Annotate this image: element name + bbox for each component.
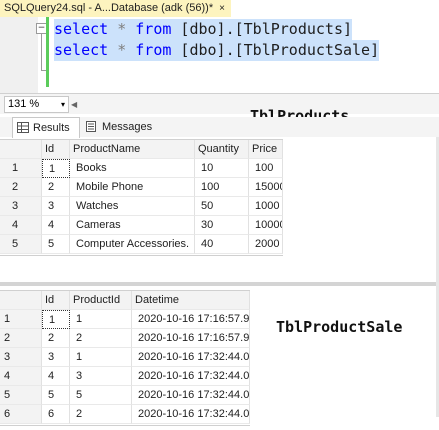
header-price[interactable]: Price: [249, 140, 283, 159]
cell-product-name[interactable]: Mobile Phone: [70, 178, 195, 197]
grid-icon: [17, 122, 29, 133]
row-number: 6: [0, 405, 42, 424]
document-tab-bar: SQLQuery24.sql - A...Database (adk (56))…: [0, 0, 439, 18]
cell-id[interactable]: 2: [42, 178, 70, 197]
document-tab[interactable]: SQLQuery24.sql - A...Database (adk (56))…: [0, 0, 231, 17]
row-number: 1: [0, 310, 42, 329]
cell-price[interactable]: 1000: [249, 197, 283, 216]
cell-id[interactable]: 3: [42, 197, 70, 216]
cell-id[interactable]: 5: [42, 235, 70, 254]
cell-id[interactable]: 5: [42, 386, 70, 405]
sales-result-grid[interactable]: Id ProductId Datetime 1 1 1 2020-10-16 1…: [0, 290, 250, 426]
row-number: 2: [0, 178, 42, 197]
header-quantity[interactable]: Quantity: [195, 140, 249, 159]
cell-product-id[interactable]: 3: [70, 367, 132, 386]
keyword-select: select: [54, 41, 109, 59]
cell-id[interactable]: 3: [42, 348, 70, 367]
messages-icon: [86, 121, 96, 132]
header-rownum: [0, 140, 42, 159]
cell-datetime[interactable]: 2020-10-16 17:32:44.040: [132, 367, 250, 386]
cell-product-id[interactable]: 2: [70, 329, 132, 348]
code-line-1[interactable]: select * from [dbo].[TblProducts]: [54, 19, 353, 40]
row-number: 3: [0, 197, 42, 216]
cell-id[interactable]: 4: [42, 216, 70, 235]
cell-price[interactable]: 10000: [249, 216, 283, 235]
cell-id[interactable]: 4: [42, 367, 70, 386]
cell-product-id[interactable]: 1: [70, 310, 132, 329]
outline-line: [41, 34, 42, 70]
header-id[interactable]: Id: [42, 140, 70, 159]
sale-annotation: TblProductSale: [276, 318, 403, 336]
cell-quantity[interactable]: 50: [195, 197, 249, 216]
cell-product-name[interactable]: Cameras: [70, 216, 195, 235]
grid-splitter[interactable]: [0, 282, 439, 286]
cell-datetime[interactable]: 2020-10-16 17:16:57.953: [132, 329, 250, 348]
cell-datetime[interactable]: 2020-10-16 17:32:44.040: [132, 405, 250, 424]
tab-messages-label: Messages: [102, 121, 153, 133]
zoom-select[interactable]: 131 % ▾: [4, 96, 69, 113]
header-rownum: [0, 291, 42, 310]
cell-product-id[interactable]: 5: [70, 386, 132, 405]
keyword-select: select: [54, 20, 109, 38]
row-number: 2: [0, 329, 42, 348]
change-tracking-bar: [46, 17, 49, 87]
table-name-token: [dbo].[TblProducts]: [171, 20, 353, 38]
row-number: 5: [0, 235, 42, 254]
cell-price[interactable]: 2000: [249, 235, 283, 254]
cell-datetime[interactable]: 2020-10-16 17:32:44.040: [132, 348, 250, 367]
star-token: *: [108, 41, 136, 59]
tab-messages[interactable]: Messages: [84, 117, 166, 137]
products-result-grid[interactable]: Id ProductName Quantity Price 1 1 Books …: [0, 139, 283, 256]
row-number: 5: [0, 386, 42, 405]
cell-product-id[interactable]: 2: [70, 405, 132, 424]
chevron-down-icon: ▾: [60, 100, 65, 109]
results-tab-strip: Results Messages: [0, 117, 439, 138]
row-number: 4: [0, 216, 42, 235]
header-id[interactable]: Id: [42, 291, 70, 310]
header-datetime[interactable]: Datetime: [132, 291, 250, 310]
cell-product-name[interactable]: Computer Accessories.: [70, 235, 195, 254]
cell-product-name[interactable]: Watches: [70, 197, 195, 216]
scroll-left-icon[interactable]: ◀: [71, 100, 77, 109]
line-gutter: [0, 17, 38, 93]
cell-quantity[interactable]: 100: [195, 178, 249, 197]
tab-results[interactable]: Results: [12, 117, 80, 138]
cell-id[interactable]: 2: [42, 329, 70, 348]
cell-id[interactable]: 1: [42, 310, 70, 329]
row-number: 1: [0, 159, 42, 178]
cell-id[interactable]: 6: [42, 405, 70, 424]
star-token: *: [108, 20, 136, 38]
cell-quantity[interactable]: 30: [195, 216, 249, 235]
header-product-name[interactable]: ProductName: [70, 140, 195, 159]
cell-datetime[interactable]: 2020-10-16 17:16:57.953: [132, 310, 250, 329]
editor-status-bar: 131 % ▾ ◀: [0, 93, 439, 114]
sql-editor[interactable]: − select * from [dbo].[TblProducts] sele…: [0, 17, 439, 93]
document-tab-title: SQLQuery24.sql - A...Database (adk (56))…: [4, 2, 214, 14]
code-line-2[interactable]: select * from [dbo].[TblProductSale]: [54, 40, 380, 61]
header-product-id[interactable]: ProductId: [70, 291, 132, 310]
cell-quantity[interactable]: 10: [195, 159, 249, 178]
cell-quantity[interactable]: 40: [195, 235, 249, 254]
cell-datetime[interactable]: 2020-10-16 17:32:44.040: [132, 386, 250, 405]
cell-product-name[interactable]: Books: [70, 159, 195, 178]
close-tab-icon[interactable]: ×: [219, 3, 225, 14]
cell-price[interactable]: 100: [249, 159, 283, 178]
keyword-from: from: [135, 41, 172, 59]
row-number: 3: [0, 348, 42, 367]
cell-product-id[interactable]: 1: [70, 348, 132, 367]
cell-id[interactable]: 1: [42, 159, 70, 178]
zoom-value: 131 %: [8, 98, 40, 110]
row-number: 4: [0, 367, 42, 386]
tab-results-label: Results: [33, 122, 70, 134]
table-name-token: [dbo].[TblProductSale]: [171, 41, 380, 59]
cell-price[interactable]: 15000: [249, 178, 283, 197]
keyword-from: from: [135, 20, 172, 38]
